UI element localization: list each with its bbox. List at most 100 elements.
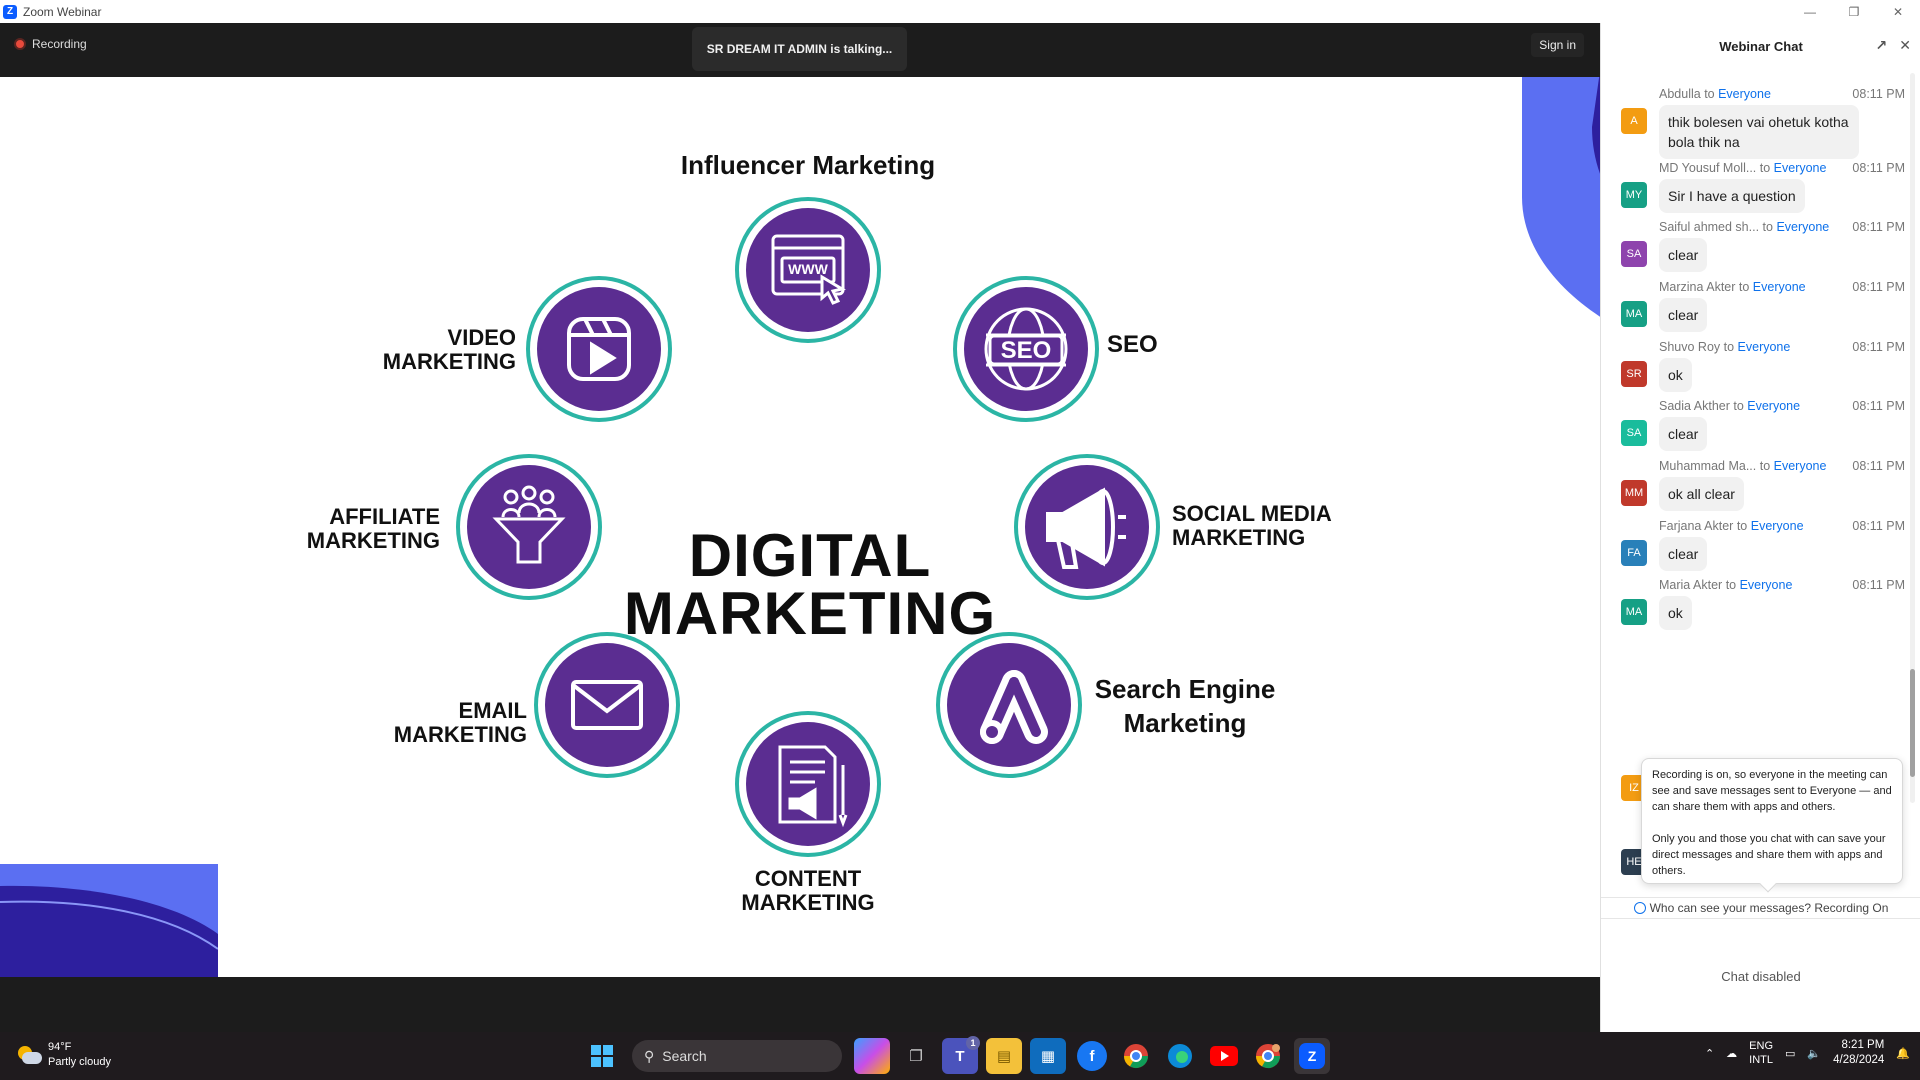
webinar-chat-panel: Webinar Chat ↗ ✕ A Abdulla to Everyone 08:… bbox=[1600, 23, 1920, 1032]
sem-node bbox=[936, 632, 1082, 778]
message-bubble: clear bbox=[1659, 238, 1708, 272]
clock-date: 4/28/2024 bbox=[1833, 1054, 1885, 1066]
recipient-link[interactable]: Everyone bbox=[1776, 220, 1829, 234]
message-bubble: clear bbox=[1659, 537, 1708, 571]
active-speaker-banner: SR DREAM IT ADMIN is talking... bbox=[692, 27, 907, 71]
recipient-link[interactable]: Everyone bbox=[1718, 87, 1771, 101]
sign-in-button[interactable]: Sign in bbox=[1531, 33, 1584, 57]
avatar: A bbox=[1621, 108, 1647, 134]
weather-widget[interactable]: 94°F Partly cloudy bbox=[16, 1040, 111, 1070]
label-content: CONTENT MARKETING bbox=[708, 867, 908, 915]
label-video-line2: MARKETING bbox=[382, 349, 516, 374]
taskbar-search[interactable]: ⚲ Search bbox=[632, 1040, 842, 1072]
close-chat-icon[interactable]: ✕ bbox=[1899, 37, 1911, 54]
chat-disabled-text: Chat disabled bbox=[1721, 969, 1801, 984]
recipient-link[interactable]: Everyone bbox=[1740, 578, 1793, 592]
chrome-profile-icon[interactable] bbox=[1250, 1038, 1286, 1074]
to-word: to bbox=[1736, 519, 1751, 533]
chevron-up-icon[interactable]: ⌃ bbox=[1705, 1047, 1714, 1060]
weather-temp: 94°F bbox=[48, 1041, 72, 1053]
minimize-button[interactable]: — bbox=[1788, 0, 1832, 23]
sender-name: Abdulla bbox=[1659, 87, 1705, 101]
label-email-line2: MARKETING bbox=[393, 722, 527, 747]
partly-cloudy-icon bbox=[16, 1044, 42, 1066]
who-can-see-link[interactable]: Who can see your messages? Recording On bbox=[1601, 897, 1920, 919]
label-sem-line1: Search Engine bbox=[1094, 674, 1276, 704]
label-social-media: SOCIAL MEDIA MARKETING bbox=[1172, 502, 1332, 550]
language-indicator[interactable]: ENG INTL bbox=[1749, 1039, 1773, 1067]
recipient-link[interactable]: Everyone bbox=[1774, 161, 1827, 175]
clock[interactable]: 8:21 PM 4/28/2024 bbox=[1833, 1038, 1884, 1068]
notification-bell-icon[interactable]: 🔔 bbox=[1896, 1047, 1910, 1060]
avatar: MM bbox=[1621, 480, 1647, 506]
recipient-link[interactable]: Everyone bbox=[1738, 340, 1791, 354]
to-word: to bbox=[1723, 340, 1738, 354]
recipient-link[interactable]: Everyone bbox=[1751, 519, 1804, 533]
system-tray: ⌃ ☁ ENG INTL ▭ 🔈 8:21 PM 4/28/2024 🔔 bbox=[1705, 1038, 1910, 1068]
video-node bbox=[526, 276, 672, 422]
affiliate-node bbox=[456, 454, 602, 600]
popout-icon[interactable]: ↗ bbox=[1876, 37, 1888, 54]
chat-message-list[interactable]: A Abdulla to Everyone 08:11 PM thik bolesen… bbox=[1601, 69, 1920, 789]
avatar: FA bbox=[1621, 540, 1647, 566]
sender-name: Maria Akter bbox=[1659, 578, 1726, 592]
sender-name: Saiful ahmed sh... bbox=[1659, 220, 1763, 234]
teams-icon[interactable]: T1 bbox=[942, 1036, 980, 1074]
label-video-line1: VIDEO bbox=[447, 325, 516, 350]
sender-name: Farjana Akter bbox=[1659, 519, 1737, 533]
youtube-icon[interactable] bbox=[1206, 1038, 1242, 1074]
restore-button[interactable]: ❐ bbox=[1832, 0, 1876, 23]
windows-start-icon[interactable] bbox=[584, 1038, 620, 1074]
lang-primary: ENG bbox=[1749, 1040, 1774, 1052]
chat-scrollbar[interactable] bbox=[1910, 73, 1915, 803]
message-time: 08:11 PM bbox=[1852, 161, 1905, 175]
avatar: SR bbox=[1621, 361, 1647, 387]
seo-icon-text: SEO bbox=[1001, 337, 1052, 364]
microsoft-store-icon[interactable]: ▦ bbox=[1030, 1038, 1066, 1074]
chrome-icon[interactable] bbox=[1118, 1038, 1154, 1074]
message-meta: Maria Akter to Everyone 08:11 PM bbox=[1659, 578, 1905, 592]
zoom-taskbar-icon[interactable]: Z bbox=[1294, 1038, 1330, 1074]
label-affiliate: AFFILIATE MARKETING bbox=[240, 505, 440, 553]
scrollbar-thumb[interactable] bbox=[1910, 669, 1915, 777]
label-influencer: Influencer Marketing bbox=[680, 150, 936, 180]
lang-secondary: INTL bbox=[1749, 1054, 1774, 1066]
message-time: 08:11 PM bbox=[1852, 399, 1905, 413]
tooltip-paragraph-1: Recording is on, so everyone in the meet… bbox=[1652, 769, 1892, 813]
recording-indicator[interactable]: Recording bbox=[14, 37, 87, 51]
recording-dot-icon bbox=[14, 38, 26, 50]
recipient-link[interactable]: Everyone bbox=[1774, 459, 1827, 473]
file-explorer-icon[interactable]: ▤ bbox=[986, 1038, 1022, 1074]
facebook-icon[interactable]: f bbox=[1077, 1041, 1107, 1071]
message-meta: Sadia Akther to Everyone 08:11 PM bbox=[1659, 399, 1905, 413]
label-content-line2: MARKETING bbox=[741, 890, 875, 915]
recording-label: Recording bbox=[32, 37, 87, 51]
message-meta: Marzina Akter to Everyone 08:11 PM bbox=[1659, 280, 1905, 294]
avatar: MA bbox=[1621, 301, 1647, 327]
recipient-link[interactable]: Everyone bbox=[1747, 399, 1800, 413]
network-icon[interactable]: ▭ bbox=[1785, 1047, 1795, 1060]
volume-icon[interactable]: 🔈 bbox=[1807, 1047, 1821, 1060]
close-button[interactable]: ✕ bbox=[1876, 0, 1920, 23]
label-affiliate-line1: AFFILIATE bbox=[329, 504, 440, 529]
avatar: MY bbox=[1621, 182, 1647, 208]
clock-time: 8:21 PM bbox=[1841, 1039, 1885, 1051]
onedrive-cloud-icon[interactable]: ☁ bbox=[1726, 1047, 1737, 1060]
slide-title-line1: DIGITAL bbox=[688, 522, 932, 589]
edge-icon[interactable] bbox=[1162, 1038, 1198, 1074]
window-title: Zoom Webinar bbox=[23, 4, 102, 19]
www-text: WWW bbox=[788, 261, 828, 277]
social-media-node bbox=[1014, 454, 1160, 600]
copilot-icon[interactable] bbox=[854, 1038, 890, 1074]
meeting-topbar: Recording SR DREAM IT ADMIN is talking..… bbox=[0, 23, 1600, 77]
message-time: 08:11 PM bbox=[1852, 87, 1905, 101]
window-titlebar: Z Zoom Webinar — ❐ ✕ bbox=[0, 0, 1920, 23]
chat-title: Webinar Chat bbox=[1719, 38, 1803, 54]
recipient-link[interactable]: Everyone bbox=[1753, 280, 1806, 294]
to-word: to bbox=[1762, 220, 1777, 234]
message-meta: Shuvo Roy to Everyone 08:11 PM bbox=[1659, 340, 1905, 354]
shared-screen: WWW SEO Influencer Marketing SEO SOCIAL … bbox=[0, 77, 1600, 977]
sender-name: Marzina Akter bbox=[1659, 280, 1739, 294]
task-view-icon[interactable]: ❐ bbox=[898, 1038, 934, 1074]
label-affiliate-line2: MARKETING bbox=[306, 528, 440, 553]
